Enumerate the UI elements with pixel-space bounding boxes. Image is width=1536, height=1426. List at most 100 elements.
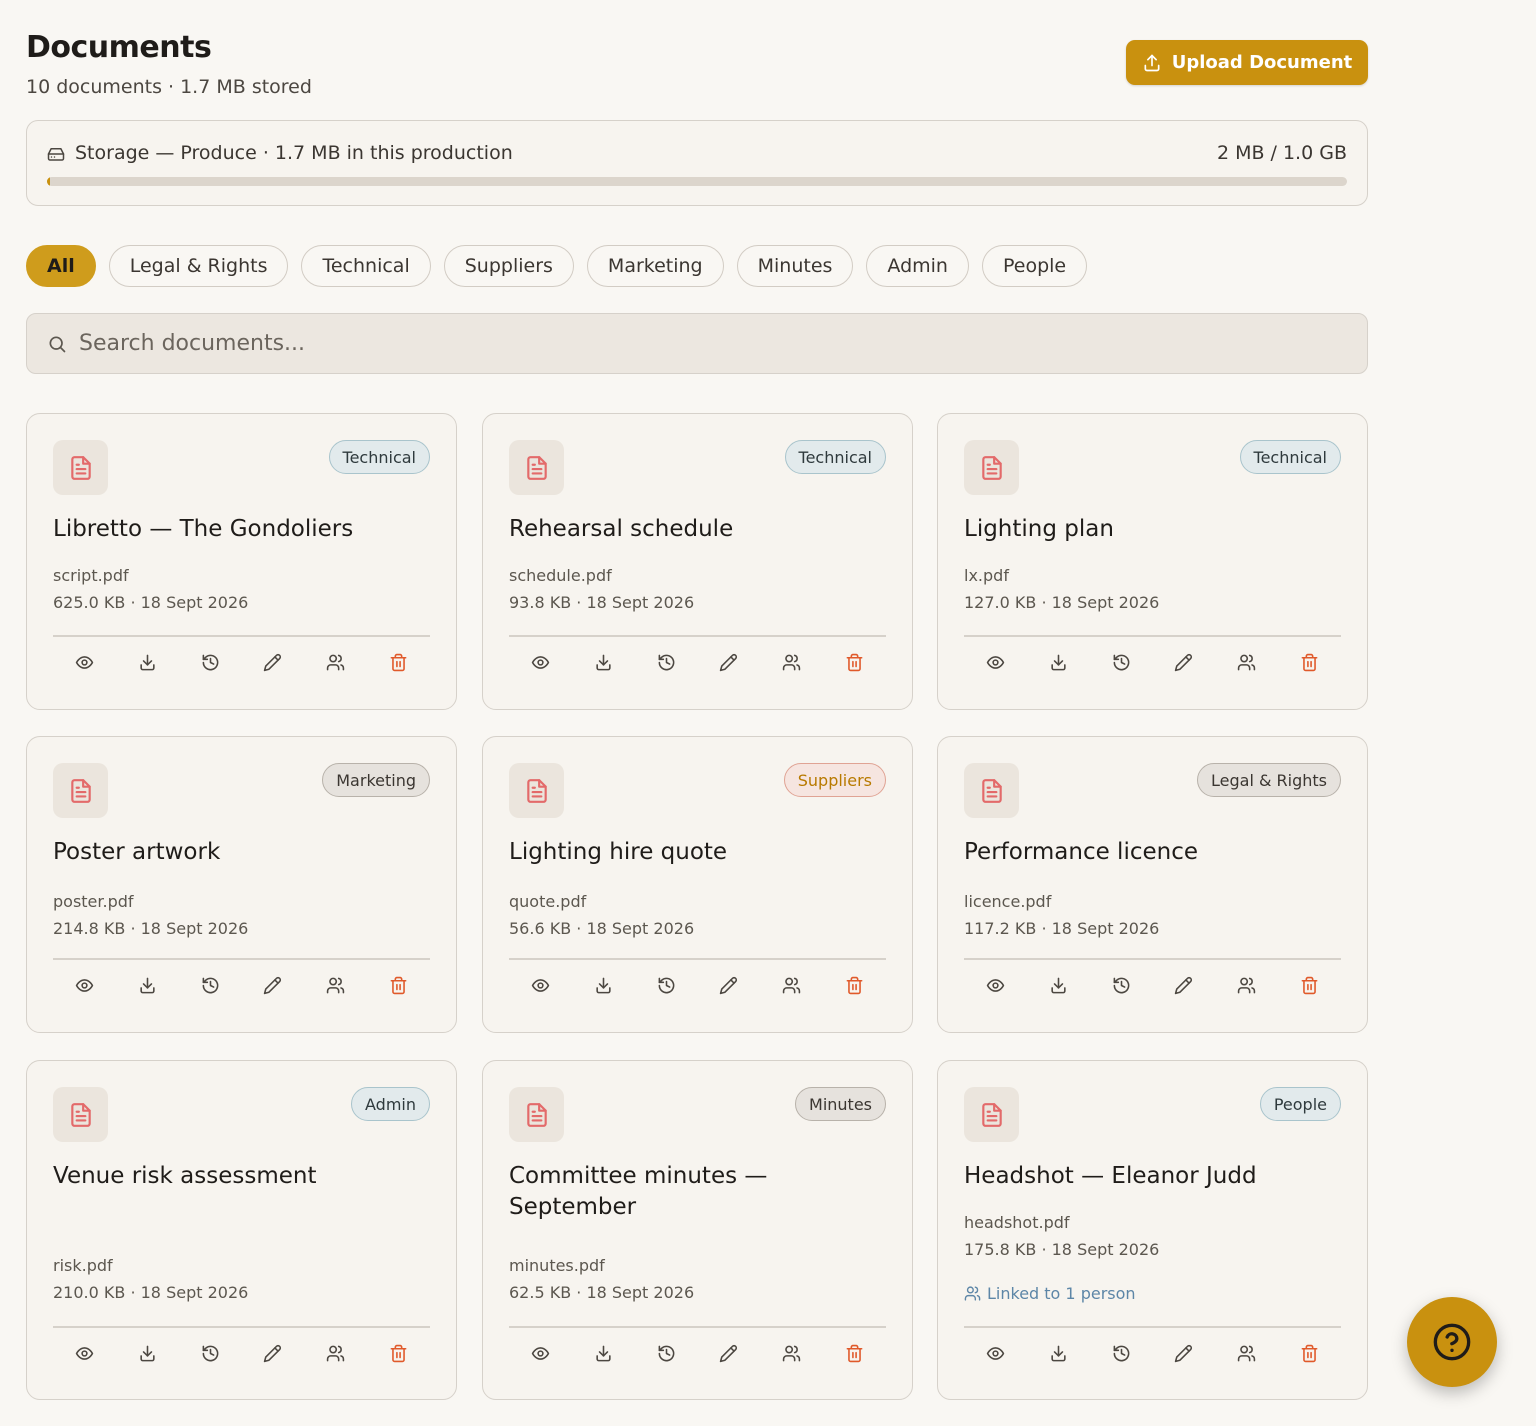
document-title[interactable]: Rehearsal schedule [509,514,889,545]
document-filename: script.pdf [53,566,129,585]
card-divider [509,958,886,960]
trash-button[interactable] [840,647,870,677]
document-title[interactable]: Libretto — The Gondoliers [53,514,433,545]
download-button[interactable] [588,1338,618,1368]
card-divider [53,635,430,637]
search-input[interactable] [79,314,1367,373]
history-button[interactable] [651,1338,681,1368]
pencil-button[interactable] [258,647,288,677]
pencil-button[interactable] [714,1338,744,1368]
trash-button[interactable] [384,647,414,677]
pencil-button[interactable] [714,647,744,677]
trash-button[interactable] [1295,647,1325,677]
document-card[interactable]: People Headshot — Eleanor Judd headshot.pd… [937,1060,1368,1400]
document-card[interactable]: Technical Rehearsal schedule schedule.pdf 9… [482,413,913,710]
card-divider [53,958,430,960]
download-button[interactable] [1043,970,1073,1000]
filter-chip-suppliers[interactable]: Suppliers [443,245,574,287]
eye-button[interactable] [525,647,555,677]
people-button[interactable] [777,1338,807,1368]
people-button[interactable] [777,647,807,677]
filter-chip-marketing[interactable]: Marketing [586,245,724,287]
upload-document-button[interactable]: Upload Document [1126,40,1368,85]
pencil-button[interactable] [714,970,744,1000]
people-button[interactable] [321,1338,351,1368]
document-card[interactable]: Technical Lighting plan lx.pdf 127.0 KB · 1… [937,413,1368,710]
card-divider [509,1326,886,1328]
download-button[interactable] [132,1338,162,1368]
trash-button[interactable] [840,970,870,1000]
people-button[interactable] [777,970,807,1000]
people-icon [782,976,801,995]
history-button[interactable] [1106,970,1136,1000]
eye-button[interactable] [980,1338,1010,1368]
eye-button[interactable] [69,647,99,677]
document-meta: 117.2 KB · 18 Sept 2026 [964,919,1160,938]
history-button[interactable] [651,647,681,677]
history-icon [657,653,676,672]
card-divider [964,958,1341,960]
eye-icon [75,976,94,995]
trash-button[interactable] [1295,1338,1325,1368]
document-title[interactable]: Lighting plan [964,514,1344,545]
people-button[interactable] [1232,970,1262,1000]
pencil-button[interactable] [258,1338,288,1368]
filter-chip-admin[interactable]: Admin [866,245,969,287]
category-tag: Technical [328,440,430,474]
history-button[interactable] [195,1338,225,1368]
people-button[interactable] [321,647,351,677]
trash-button[interactable] [840,1338,870,1368]
history-button[interactable] [1106,647,1136,677]
people-button[interactable] [1232,1338,1262,1368]
document-card[interactable]: Admin Venue risk assessment risk.pdf 210.0 … [26,1060,457,1400]
download-button[interactable] [132,970,162,1000]
filter-chip-all[interactable]: All [26,245,96,287]
eye-button[interactable] [69,970,99,1000]
download-button[interactable] [1043,647,1073,677]
eye-icon [986,976,1005,995]
help-button[interactable] [1407,1297,1497,1387]
page-title: Documents [26,30,212,65]
document-title[interactable]: Performance licence [964,837,1344,868]
document-card[interactable]: Marketing Poster artwork poster.pdf 214.8 K… [26,736,457,1033]
filter-chip-legal-and-rights[interactable]: Legal & Rights [108,245,289,287]
pencil-button[interactable] [258,970,288,1000]
eye-button[interactable] [525,970,555,1000]
eye-button[interactable] [525,1338,555,1368]
history-button[interactable] [195,970,225,1000]
trash-button[interactable] [384,1338,414,1368]
linked-people-link[interactable]: Linked to 1 person [964,1284,1136,1303]
pencil-button[interactable] [1169,1338,1199,1368]
pdf-file-icon [509,1087,564,1142]
people-button[interactable] [1232,647,1262,677]
eye-button[interactable] [980,970,1010,1000]
filter-chip-technical[interactable]: Technical [301,245,431,287]
document-title[interactable]: Headshot — Eleanor Judd [964,1161,1344,1192]
pencil-button[interactable] [1169,647,1199,677]
download-button[interactable] [588,970,618,1000]
filter-chip-minutes[interactable]: Minutes [736,245,854,287]
document-title[interactable]: Lighting hire quote [509,837,889,868]
document-title[interactable]: Committee minutes — September [509,1161,889,1223]
download-button[interactable] [1043,1338,1073,1368]
document-card[interactable]: Suppliers Lighting hire quote quote.pdf 56.… [482,736,913,1033]
document-title[interactable]: Venue risk assessment [53,1161,433,1192]
history-button[interactable] [195,647,225,677]
filter-chip-people[interactable]: People [981,245,1088,287]
history-button[interactable] [651,970,681,1000]
trash-button[interactable] [384,970,414,1000]
download-button[interactable] [132,647,162,677]
people-button[interactable] [321,970,351,1000]
history-button[interactable] [1106,1338,1136,1368]
download-button[interactable] [588,647,618,677]
document-card[interactable]: Technical Libretto — The Gondoliers script… [26,413,457,710]
history-icon [657,1344,676,1363]
trash-button[interactable] [1295,970,1325,1000]
document-card[interactable]: Legal & Rights Performance licence licence… [937,736,1368,1033]
document-title[interactable]: Poster artwork [53,837,433,868]
eye-button[interactable] [980,647,1010,677]
pencil-button[interactable] [1169,970,1199,1000]
eye-button[interactable] [69,1338,99,1368]
document-card[interactable]: Minutes Committee minutes — September minu… [482,1060,913,1400]
eye-icon [75,653,94,672]
